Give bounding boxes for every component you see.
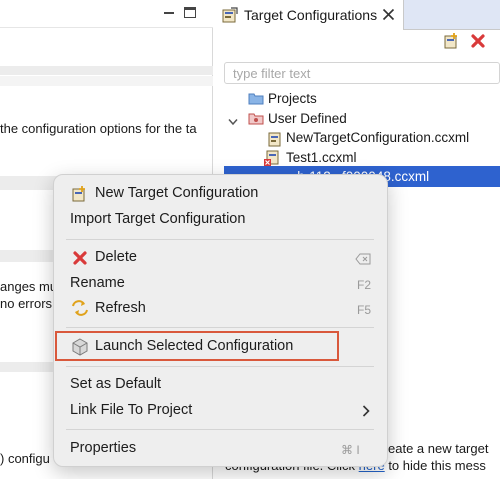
errors-text: no errors — [0, 296, 53, 311]
info-text: eate a new target — [388, 441, 489, 456]
new-target-configuration-icon — [72, 186, 88, 207]
menu-separator — [66, 327, 374, 328]
refresh-shortcut: F5 — [357, 303, 372, 317]
menu-separator — [66, 366, 374, 367]
delete-icon[interactable] — [470, 33, 486, 54]
ccxml-file-icon — [268, 131, 282, 152]
user-folder-icon — [248, 111, 264, 130]
chevron-right-icon — [362, 404, 370, 422]
chevron-down-icon[interactable] — [228, 113, 238, 131]
tree-item-projects[interactable]: Projects — [268, 89, 317, 109]
menu-item-import-target-configuration[interactable]: Import Target Configuration — [70, 211, 245, 227]
refresh-icon — [71, 300, 89, 321]
section-band — [0, 66, 213, 75]
folder-icon — [248, 91, 264, 110]
properties-shortcut: ⌘ I — [341, 443, 360, 457]
tree-item-file[interactable]: Test1.ccxml — [286, 148, 357, 168]
menu-item-set-as-default[interactable]: Set as Default — [70, 376, 161, 392]
menu-item-new-target-configuration[interactable]: New Target Configuration — [95, 185, 258, 201]
menu-separator — [66, 429, 374, 430]
tree-item-user-defined[interactable]: User Defined — [268, 109, 347, 129]
close-tab-icon[interactable] — [382, 8, 395, 26]
menu-item-properties[interactable]: Properties — [70, 440, 136, 456]
menu-item-launch-selected-configuration[interactable]: Launch Selected Configuration — [95, 338, 293, 354]
changes-text: anges mu — [0, 279, 58, 294]
info-text-after-link: to hide this mess — [384, 458, 486, 473]
menu-separator — [66, 239, 374, 240]
maximize-icon[interactable] — [184, 7, 196, 18]
rename-shortcut: F2 — [357, 278, 372, 292]
editor-toolbar — [0, 0, 213, 28]
filter-input[interactable] — [225, 63, 499, 83]
new-target-configuration-icon[interactable] — [444, 33, 460, 54]
filter-field[interactable] — [224, 62, 500, 84]
menu-item-rename[interactable]: Rename — [70, 275, 125, 291]
delete-icon — [72, 250, 88, 271]
section-band — [0, 362, 60, 372]
tree-item-file[interactable]: NewTargetConfiguration.ccxml — [286, 128, 469, 148]
cube-icon — [71, 338, 89, 361]
tab-label: Target Configurations — [244, 7, 378, 23]
section-band — [0, 76, 213, 86]
config-options-text: the configuration options for the ta — [0, 121, 197, 136]
menu-item-delete[interactable]: Delete — [95, 249, 137, 265]
delete-key-icon — [355, 252, 371, 270]
menu-item-link-file-to-project[interactable]: Link File To Project — [70, 402, 192, 418]
section-band — [0, 176, 60, 190]
target-config-icon — [222, 7, 238, 28]
configuration-text: ) configu — [0, 451, 50, 466]
section-band — [0, 250, 60, 262]
menu-item-refresh[interactable]: Refresh — [95, 300, 146, 316]
minimize-icon[interactable] — [164, 12, 174, 14]
